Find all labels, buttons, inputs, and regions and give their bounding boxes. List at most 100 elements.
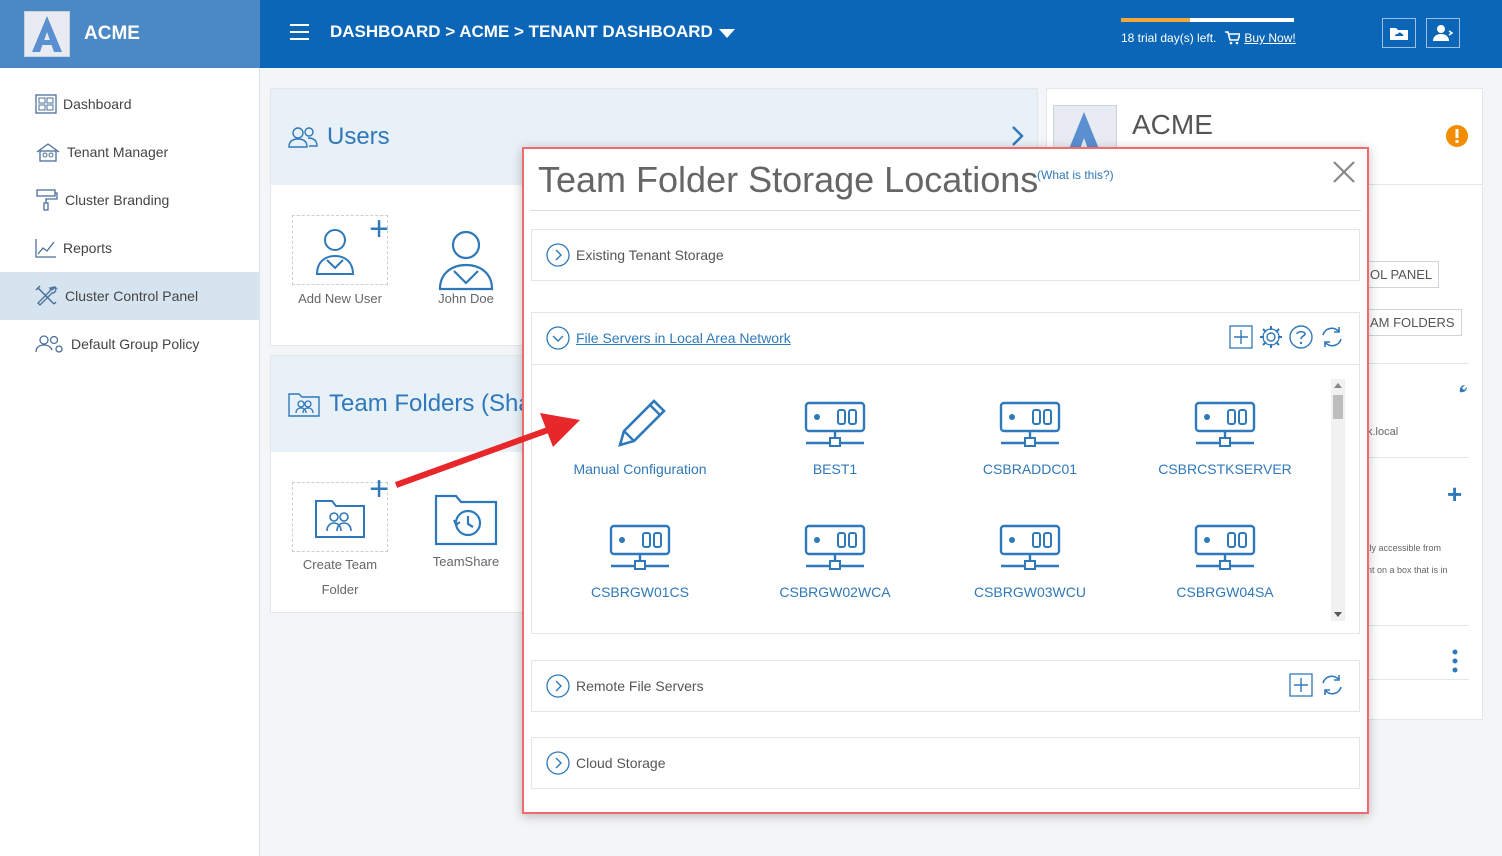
cart-icon <box>1225 31 1241 45</box>
remote-file-servers-section[interactable]: Remote File Servers <box>531 660 1360 712</box>
server-icon <box>1194 524 1256 570</box>
section-toolbar <box>1229 325 1345 349</box>
server-label: CSBRGW01CS <box>590 584 690 600</box>
chevron-down-circle-icon <box>546 326 570 350</box>
cloud-storage-section[interactable]: Cloud Storage <box>531 737 1360 789</box>
sidebar-item-tenant-manager[interactable]: Tenant Manager <box>0 128 259 176</box>
plus-icon: + <box>369 210 389 248</box>
user-tile-john-doe[interactable]: John Doe <box>416 215 516 306</box>
refresh-icon[interactable] <box>1319 325 1345 349</box>
server-icon <box>609 524 671 570</box>
close-icon[interactable] <box>1331 159 1357 185</box>
existing-tenant-storage-section[interactable]: Existing Tenant Storage <box>531 229 1360 281</box>
team-folders-button[interactable]: AM FOLDERS <box>1363 309 1462 336</box>
server-icon <box>804 401 866 447</box>
team-folders-card-title: Team Folders (Sha <box>329 390 532 417</box>
top-bar: DASHBOARD > ACME > TENANT DASHBOARD 18 t… <box>260 0 1502 68</box>
section-header[interactable]: Existing Tenant Storage <box>532 230 1359 280</box>
more-vertical-icon[interactable] <box>1451 649 1459 673</box>
add-icon[interactable] <box>1289 673 1313 697</box>
sidebar-item-label: Default Group Policy <box>71 336 200 352</box>
paint-roller-icon <box>36 189 58 211</box>
scroll-down-arrow[interactable] <box>1334 612 1342 617</box>
server-grid: Manual Configuration BEST1 CSBRADDC01 CS… <box>532 364 1359 634</box>
chevron-right-icon[interactable] <box>1011 125 1025 147</box>
sidebar-item-reports[interactable]: Reports <box>0 224 259 272</box>
dialog-title: Team Folder Storage Locations <box>538 159 1039 200</box>
user-profile-button[interactable] <box>1426 18 1460 48</box>
breadcrumb[interactable]: DASHBOARD > ACME > TENANT DASHBOARD <box>330 22 735 42</box>
buy-now-link[interactable]: Buy Now! <box>1244 31 1295 45</box>
chart-icon <box>35 239 56 258</box>
tenant-name: ACME <box>1132 109 1213 140</box>
team-folder-icon <box>315 500 365 538</box>
folder-history-icon <box>434 494 498 546</box>
chevron-right-circle-icon <box>546 243 570 267</box>
server-tile-csbrgw02wca[interactable]: CSBRGW02WCA <box>745 516 925 600</box>
what-is-this-link[interactable]: (What is this?) <box>1037 168 1114 182</box>
team-folder-icon <box>288 393 320 417</box>
section-header[interactable]: Remote File Servers <box>532 661 1359 711</box>
server-label: CSBRADDC01 <box>982 461 1078 477</box>
add-new-user-tile[interactable]: + Add New User <box>290 210 390 306</box>
sidebar-item-cluster-branding[interactable]: Cluster Branding <box>0 176 259 224</box>
server-label: CSBRGW03WCU <box>973 584 1086 600</box>
dashboard-icon <box>35 94 57 114</box>
sidebar-item-default-group-policy[interactable]: Default Group Policy <box>0 320 259 368</box>
add-icon[interactable]: + <box>1447 479 1462 510</box>
sidebar-item-label: Tenant Manager <box>67 144 169 160</box>
menu-icon[interactable] <box>290 24 309 40</box>
cloud-folder-icon <box>1390 28 1408 40</box>
alert-icon[interactable] <box>1445 124 1469 148</box>
trial-days-text: 18 trial day(s) left. <box>1121 31 1217 45</box>
sidebar: Dashboard Tenant Manager Cluster Brandin… <box>0 68 260 856</box>
sidebar-item-label: Cluster Branding <box>65 192 170 208</box>
note-line-2: nt on a box that is in <box>1367 565 1448 575</box>
section-title: Cloud Storage <box>576 755 666 771</box>
server-label: CSBRGW04SA <box>1176 584 1274 600</box>
create-team-folder-tile[interactable]: + Create Team Folder <box>290 472 390 602</box>
caret-down-icon[interactable] <box>718 28 735 38</box>
section-header[interactable]: Cloud Storage <box>532 738 1359 788</box>
section-toolbar <box>1289 673 1345 697</box>
scroll-up-arrow[interactable] <box>1334 383 1342 388</box>
pencil-icon <box>618 399 666 447</box>
tile-label: Add New User <box>298 291 382 306</box>
server-tile-csbrcstkserver[interactable]: CSBRCSTKSERVER <box>1135 393 1315 477</box>
plus-icon: + <box>369 470 389 508</box>
server-label: Manual Configuration <box>573 461 707 477</box>
cloud-folder-button[interactable] <box>1382 18 1416 48</box>
server-tile-best1[interactable]: BEST1 <box>745 393 925 477</box>
tile-label: Create Team Folder <box>302 557 378 597</box>
sidebar-item-dashboard[interactable]: Dashboard <box>0 80 259 128</box>
server-tile-csbraddc01[interactable]: CSBRADDC01 <box>940 393 1120 477</box>
domain-text: k.local <box>1367 426 1399 438</box>
server-icon <box>804 524 866 570</box>
server-label: CSBRGW02WCA <box>779 584 891 600</box>
server-grid-scrollbar[interactable] <box>1331 379 1345 621</box>
trial-progress-bar <box>1121 18 1294 22</box>
server-tile-csbrgw03wcu[interactable]: CSBRGW03WCU <box>940 516 1120 600</box>
tenant-manager-icon <box>36 143 60 162</box>
brand-area[interactable]: ACME <box>0 0 260 68</box>
tile-label: John Doe <box>438 291 494 306</box>
server-icon <box>1194 401 1256 447</box>
server-tile-csbrgw04sa[interactable]: CSBRGW04SA <box>1135 516 1315 600</box>
section-title-link[interactable]: File Servers in Local Area Network <box>576 330 791 346</box>
scrollbar-thumb[interactable] <box>1333 395 1343 419</box>
help-icon[interactable] <box>1289 325 1313 349</box>
server-tile-manual-configuration[interactable]: Manual Configuration <box>550 393 730 477</box>
sidebar-item-cluster-control-panel[interactable]: Cluster Control Panel <box>0 272 259 320</box>
add-icon[interactable] <box>1229 325 1253 349</box>
teamshare-tile[interactable]: TeamShare <box>416 492 516 569</box>
user-icon <box>438 230 494 291</box>
refresh-icon[interactable] <box>1319 673 1345 697</box>
tools-icon <box>35 285 59 306</box>
wrench-icon[interactable] <box>1449 383 1469 403</box>
users-icon <box>288 127 318 148</box>
gear-icon[interactable] <box>1259 325 1283 349</box>
add-user-icon <box>315 229 355 275</box>
control-panel-button[interactable]: OL PANEL <box>1363 261 1440 288</box>
group-policy-icon <box>35 335 63 353</box>
server-tile-csbrgw01cs[interactable]: CSBRGW01CS <box>550 516 730 600</box>
